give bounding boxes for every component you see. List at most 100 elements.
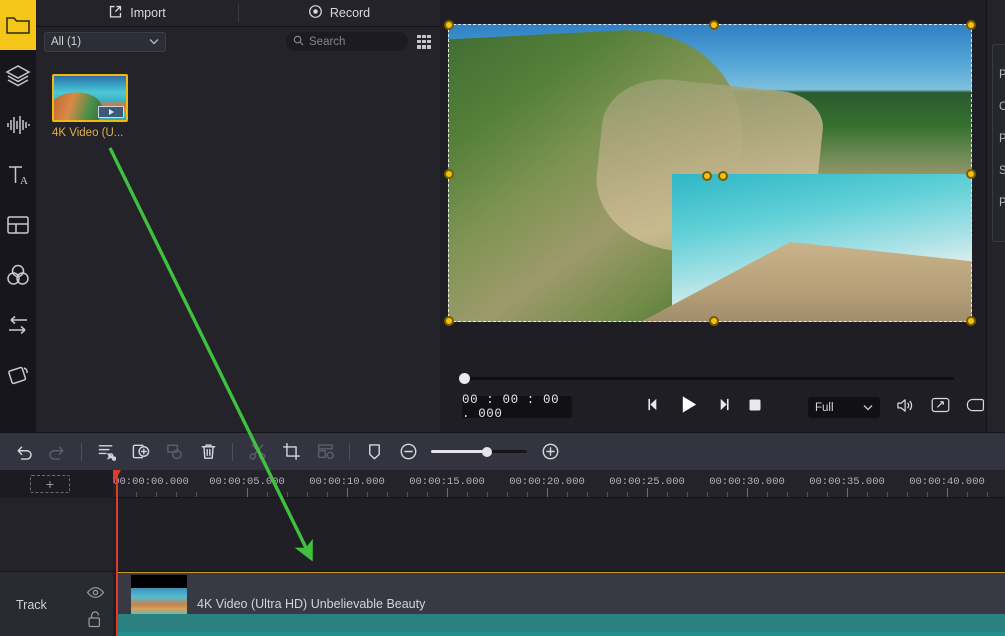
tab-import[interactable]: Import — [36, 0, 238, 26]
video-badge-icon — [98, 106, 124, 118]
crop-button[interactable] — [274, 433, 308, 471]
ruler-tick — [907, 492, 908, 497]
split-button[interactable] — [89, 433, 123, 471]
ruler-tick — [927, 492, 928, 497]
play-icon[interactable] — [678, 394, 699, 420]
media-filter-dropdown[interactable]: All (1) — [44, 32, 166, 52]
split-screen-icon — [5, 214, 31, 236]
seek-knob[interactable] — [459, 373, 470, 384]
playhead[interactable] — [116, 470, 118, 636]
ruler-label: 00:00:15.000 — [409, 476, 485, 488]
snapshot-icon[interactable] — [966, 397, 985, 419]
rail-item-color[interactable] — [0, 250, 36, 300]
chevron-down-icon — [863, 402, 873, 414]
timeline-zoom-slider[interactable] — [431, 450, 527, 453]
ruler-tick — [847, 488, 848, 497]
eye-icon[interactable] — [86, 586, 105, 604]
cut-button[interactable] — [240, 433, 274, 471]
marker-button[interactable] — [357, 433, 391, 471]
ruler-tick — [507, 492, 508, 497]
media-item[interactable]: 4K Video (U... — [52, 74, 152, 139]
volume-icon[interactable] — [896, 397, 915, 419]
ruler-tick — [527, 492, 528, 497]
ruler-tick — [447, 488, 448, 497]
ruler-label: 00:00:30.000 — [709, 476, 785, 488]
video-track-lane[interactable]: 4K Video (Ultra HD) Unbelievable Beauty — [113, 572, 1005, 636]
copy-button[interactable] — [157, 433, 191, 471]
empty-track-lane[interactable] — [113, 498, 1005, 572]
quality-value: Full — [815, 402, 834, 414]
preview-monitor[interactable] — [448, 24, 972, 322]
rail-item-titles[interactable]: A — [0, 150, 36, 200]
ruler-tick — [687, 492, 688, 497]
rotate-3d-icon — [5, 363, 31, 387]
media-item-grid: 4K Video (U... — [36, 56, 440, 432]
zoom-out-icon[interactable] — [391, 433, 425, 471]
undo-button[interactable] — [6, 433, 40, 471]
ruler-tick — [807, 492, 808, 497]
stop-icon[interactable] — [748, 398, 762, 417]
redo-button[interactable] — [40, 433, 74, 471]
unlock-icon[interactable] — [86, 610, 103, 633]
zoom-in-icon[interactable] — [533, 433, 567, 471]
properties-item[interactable]: S — [999, 165, 1005, 177]
media-panel: Import Record All (1) — [36, 0, 440, 432]
delete-button[interactable] — [191, 433, 225, 471]
ruler-tick — [267, 492, 268, 497]
add-track-button[interactable]: + — [30, 475, 70, 493]
rail-item-split-screen[interactable] — [0, 200, 36, 250]
search-placeholder: Search — [309, 36, 345, 48]
properties-item[interactable]: P — [999, 197, 1005, 209]
transition-arrows-icon — [5, 313, 31, 337]
ruler-tick — [547, 488, 548, 497]
ruler-tick — [667, 492, 668, 497]
track-header: Track — [0, 572, 113, 636]
left-icon-rail: A — [0, 0, 36, 432]
fullscreen-icon[interactable] — [931, 397, 950, 418]
rail-item-audio[interactable] — [0, 100, 36, 150]
rail-item-media-library[interactable] — [0, 0, 36, 50]
timeline-ruler[interactable]: 00:00:00.000 00:00:05.000 00:00:10.000 0… — [113, 470, 1005, 498]
ruler-tick — [136, 492, 137, 497]
properties-item[interactable]: P — [999, 69, 1005, 81]
record-dot-icon — [308, 4, 323, 22]
ruler-tick — [647, 488, 648, 497]
clip-label: 4K Video (Ultra HD) Unbelievable Beauty — [197, 597, 425, 611]
properties-item[interactable]: P — [999, 133, 1005, 145]
ruler-tick — [307, 492, 308, 497]
media-thumbnail — [52, 74, 128, 122]
ruler-tick — [347, 488, 348, 497]
rail-item-effects[interactable] — [0, 50, 36, 100]
ruler-tick — [467, 492, 468, 497]
next-frame-icon[interactable] — [716, 397, 731, 417]
zoom-slider-knob[interactable] — [482, 447, 492, 457]
search-input[interactable]: Search — [286, 32, 408, 51]
speed-button[interactable] — [308, 433, 342, 471]
ruler-tick — [567, 492, 568, 497]
player-right-controls — [896, 397, 985, 418]
import-arrow-icon — [108, 4, 123, 22]
rail-item-transitions[interactable] — [0, 300, 36, 350]
folder-icon — [5, 14, 31, 36]
tab-record[interactable]: Record — [238, 0, 440, 26]
rail-item-motion[interactable] — [0, 350, 36, 400]
ruler-tick — [247, 488, 248, 497]
toolbar-divider — [232, 443, 233, 461]
ruler-tick — [607, 492, 608, 497]
timeline-clip[interactable]: 4K Video (Ultra HD) Unbelievable Beauty — [117, 572, 1005, 636]
ruler-label: 00:00:35.000 — [809, 476, 885, 488]
add-button[interactable] — [123, 433, 157, 471]
layers-icon — [5, 63, 31, 87]
toolbar-divider — [81, 443, 82, 461]
grid-view-icon[interactable] — [416, 34, 432, 50]
prev-frame-icon[interactable] — [646, 397, 661, 417]
timeline: + 00:00:00.000 00:00:05.000 00:00:10.000… — [0, 470, 1005, 636]
ruler-tick — [867, 492, 868, 497]
ruler-tick — [747, 488, 748, 497]
ruler-tick — [367, 492, 368, 497]
properties-item[interactable]: C — [999, 101, 1005, 113]
timecode-display: 00 : 00 : 00 . 000 — [462, 396, 572, 418]
player-control-bar: 00 : 00 : 00 . 000 — [440, 360, 985, 432]
quality-dropdown[interactable]: Full — [808, 397, 880, 418]
seek-bar[interactable] — [464, 377, 954, 380]
